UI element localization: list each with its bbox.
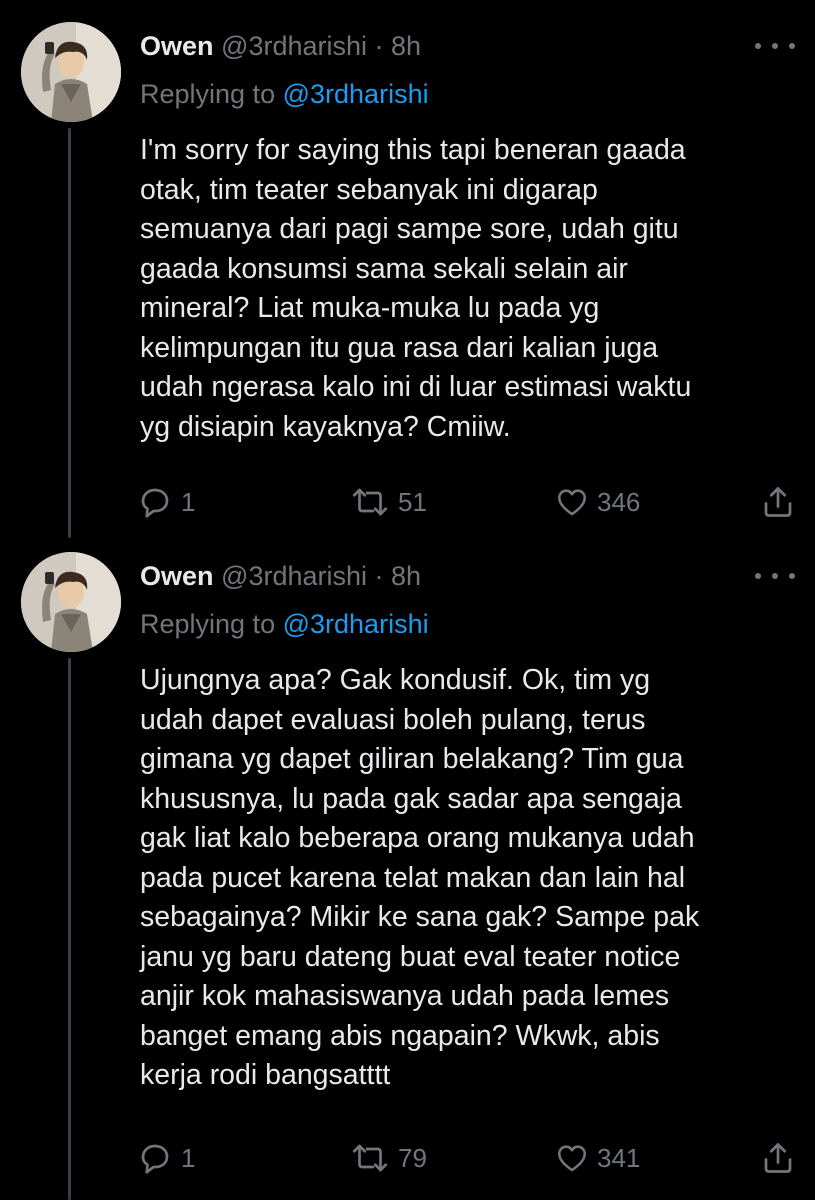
retweet-button[interactable]: 79: [350, 1138, 427, 1178]
more-icon[interactable]: [755, 566, 795, 586]
user-avatar[interactable]: [21, 22, 121, 122]
tweet-actions: 1 51 346: [0, 482, 815, 522]
reply-icon: [141, 1144, 169, 1174]
replying-to-label: Replying to: [140, 79, 276, 109]
tweet-text: I'm sorry for saying this tapi beneran g…: [140, 134, 692, 443]
reply-button[interactable]: 1: [137, 482, 195, 522]
tweet-header: Owen @3rdharishi · 8h: [140, 556, 421, 596]
like-count: 346: [597, 486, 641, 517]
retweet-button[interactable]: 51: [350, 482, 427, 522]
replying-to-handle[interactable]: @3rdharishi: [283, 609, 429, 639]
separator-dot: ·: [374, 31, 384, 61]
retweet-icon: [352, 1144, 388, 1172]
display-name[interactable]: Owen: [140, 561, 214, 591]
replying-to-label: Replying to: [140, 609, 276, 639]
user-handle[interactable]: @3rdharishi: [221, 561, 367, 591]
reply-count: 1: [181, 486, 196, 517]
reply-count: 1: [181, 1142, 196, 1173]
replying-to: Replying to @3rdharishi: [140, 606, 429, 642]
tweet[interactable]: Owen @3rdharishi · 8h Replying to @3rdha…: [0, 0, 815, 540]
tweet-text: Ujungnya apa? Gak kondusif. Ok, tim yg u…: [140, 664, 700, 1091]
share-button[interactable]: [760, 1138, 796, 1178]
reply-icon: [141, 488, 169, 518]
share-icon: [764, 1143, 792, 1173]
retweet-icon: [352, 488, 388, 516]
replying-to-handle[interactable]: @3rdharishi: [283, 79, 429, 109]
user-avatar[interactable]: [21, 552, 121, 652]
tweet-header: Owen @3rdharishi · 8h: [140, 26, 421, 66]
replying-to: Replying to @3rdharishi: [140, 76, 429, 112]
like-icon: [557, 489, 587, 516]
separator-dot: ·: [374, 561, 384, 591]
retweet-count: 79: [398, 1142, 427, 1173]
share-button[interactable]: [760, 482, 796, 522]
more-icon[interactable]: [755, 36, 795, 56]
tweet[interactable]: Owen @3rdharishi · 8h Replying to @3rdha…: [0, 540, 815, 1200]
like-button[interactable]: 341: [555, 1138, 640, 1178]
like-count: 341: [597, 1142, 641, 1173]
retweet-count: 51: [398, 486, 427, 517]
timestamp[interactable]: 8h: [391, 561, 421, 591]
user-handle[interactable]: @3rdharishi: [221, 31, 367, 61]
timestamp[interactable]: 8h: [391, 31, 421, 61]
share-icon: [764, 487, 792, 517]
reply-button[interactable]: 1: [137, 1138, 195, 1178]
like-icon: [557, 1145, 587, 1172]
display-name[interactable]: Owen: [140, 31, 214, 61]
like-button[interactable]: 346: [555, 482, 640, 522]
tweet-actions: 1 79 341: [0, 1138, 815, 1178]
